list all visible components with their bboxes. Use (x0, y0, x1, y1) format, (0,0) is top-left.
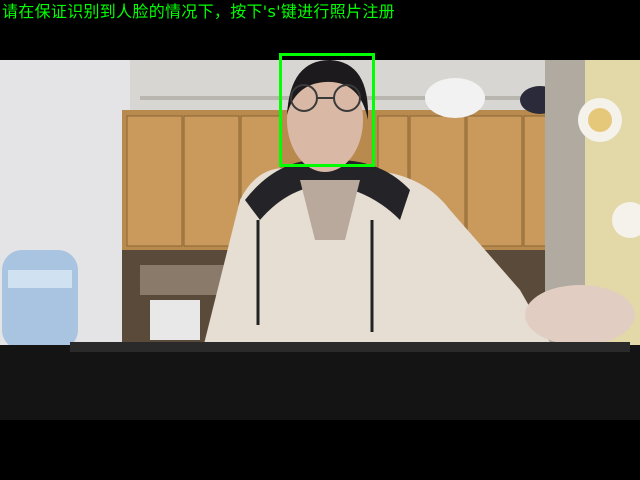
registration-prompt: 请在保证识别到人脸的情况下，按下's'键进行照片注册 (2, 2, 395, 21)
letterbox-bottom (0, 420, 640, 480)
camera-window: 请在保证识别到人脸的情况下，按下's'键进行照片注册 (0, 0, 640, 480)
face-detection-box (279, 53, 375, 167)
